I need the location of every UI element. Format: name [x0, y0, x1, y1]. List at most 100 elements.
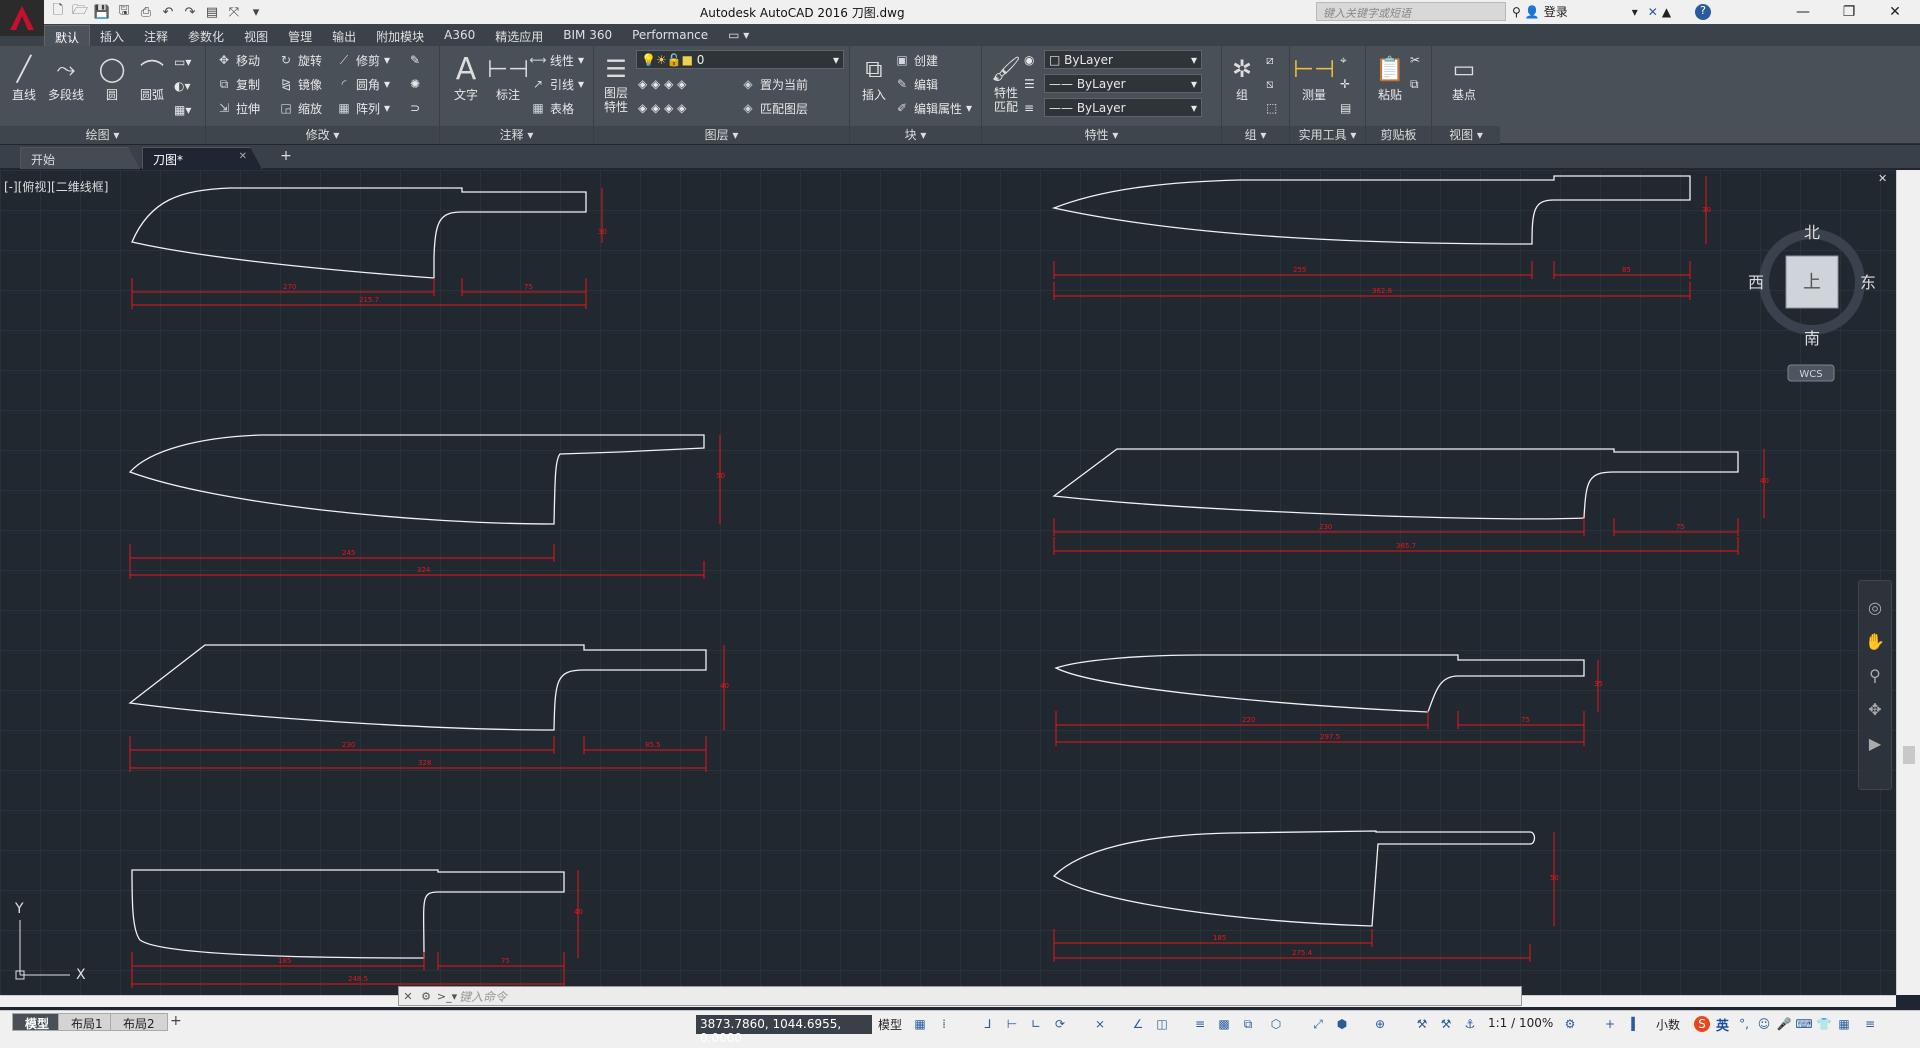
match-layer-button[interactable]: ◈ 匹配图层 — [740, 98, 808, 118]
save-icon[interactable]: 💾 — [92, 3, 112, 21]
panel-draw-title[interactable]: 绘图 ▾ — [0, 126, 205, 144]
panel-view-title[interactable]: 视图 ▾ — [1432, 126, 1500, 144]
text-button[interactable]: A 文字 — [444, 52, 488, 122]
tab-start[interactable]: 开始 — [20, 147, 140, 169]
showmotion-icon[interactable]: ▶ — [1859, 727, 1891, 761]
circle-button[interactable]: ◯ 圆 — [90, 52, 134, 122]
isodraft-icon[interactable]: ⨯ — [1092, 1016, 1108, 1032]
share-icon[interactable]: ⤧ — [224, 3, 244, 21]
erase-icon[interactable]: ✎ — [410, 50, 420, 70]
search-input[interactable]: 键入关键字或短语 — [1316, 2, 1506, 21]
rotate-button[interactable]: ↻ 旋转 — [278, 50, 322, 70]
object-snap-tracking-icon[interactable]: ∠ — [1130, 1016, 1146, 1032]
tab-featured-apps[interactable]: 精选应用 — [485, 25, 553, 46]
customize-status-icon[interactable]: ≡ — [1862, 1016, 1878, 1032]
new-tab-plus-icon[interactable]: + — [276, 148, 296, 166]
command-input[interactable]: 键入命令 — [459, 988, 507, 1005]
scale-button[interactable]: ◲ 缩放 — [278, 98, 322, 118]
polar-tracking-icon[interactable]: ⟳ — [1052, 1016, 1068, 1032]
dynamic-input-icon[interactable]: ⊢ — [1004, 1016, 1020, 1032]
annotation-monitor-icon[interactable]: + — [1602, 1016, 1618, 1032]
tab-default[interactable]: 默认 — [44, 25, 91, 46]
layer-tools-row1[interactable]: ◈ ◈ ◈ ◈ — [638, 74, 686, 94]
panel-group-title[interactable]: 组 ▾ — [1222, 126, 1289, 144]
tab-annotate[interactable]: 注释 — [134, 25, 178, 46]
insert-button[interactable]: ⧉ 插入 — [852, 52, 896, 122]
annotation-visibility-icon[interactable]: ⚒ — [1414, 1016, 1430, 1032]
ime-toolbox-icon[interactable]: ▦ — [1836, 1016, 1852, 1032]
gradient-icon[interactable]: ▦▾ — [174, 100, 191, 120]
tab-bim360[interactable]: BIM 360 — [553, 25, 622, 46]
close-icon[interactable]: ✕ — [239, 151, 247, 162]
arc-button[interactable]: ⌒ 圆弧 — [130, 52, 174, 122]
base-button[interactable]: ▭ 基点 — [1442, 52, 1486, 122]
panel-properties-title[interactable]: 特性 ▾ — [982, 126, 1221, 144]
panel-block-title[interactable]: 块 ▾ — [850, 126, 981, 144]
ime-emoji-icon[interactable]: ☺ — [1756, 1016, 1772, 1032]
quick-select-icon[interactable]: ⌖ — [1340, 50, 1347, 70]
ime-language-label[interactable]: 英 — [1716, 1015, 1729, 1034]
ribbon-options-icon[interactable]: ▭ ▾ — [718, 25, 759, 46]
paste-button[interactable]: 📋 粘贴 — [1368, 52, 1412, 122]
stretch-button[interactable]: ⇲ 拉伸 — [216, 98, 260, 118]
ime-voice-icon[interactable]: 🎤 — [1776, 1016, 1792, 1032]
group-edit-icon[interactable]: ⧅ — [1266, 74, 1274, 94]
annotation-scale-dropdown[interactable]: 1:1 / 100% — [1488, 1016, 1553, 1030]
rectangle-icon[interactable]: ▭▾ — [174, 52, 191, 72]
color-dropdown[interactable]: □ ByLayer ▾ — [1044, 50, 1202, 69]
new-file-icon[interactable]: 🗋 — [48, 3, 68, 21]
transparency-icon[interactable]: ▩ — [1216, 1016, 1232, 1032]
tab-output[interactable]: 输出 — [322, 25, 366, 46]
redo-icon[interactable]: ↷ — [180, 3, 200, 21]
fillet-button[interactable]: ◜ 圆角 ▾ — [336, 74, 390, 94]
command-settings-icon[interactable]: ⚙ — [417, 990, 435, 1003]
tab-drawing[interactable]: 刀图* ✕ — [142, 147, 262, 169]
command-close-icon[interactable]: ✕ — [399, 990, 417, 1003]
dimension-button[interactable]: ⊢⊣ 标注 — [486, 52, 530, 122]
move-button[interactable]: ✥ 移动 — [216, 50, 260, 70]
tab-parametric[interactable]: 参数化 — [178, 25, 234, 46]
hatch-icon[interactable]: ◐▾ — [174, 76, 191, 96]
snap-icon[interactable]: ⁞ — [936, 1016, 952, 1032]
a360-icon[interactable]: ▲ — [1662, 5, 1671, 19]
group-select-icon[interactable]: ⬚ — [1266, 98, 1277, 118]
calculator-icon[interactable]: ▤ — [1340, 98, 1351, 118]
panel-annotation-title[interactable]: 注释 ▾ — [440, 126, 593, 144]
new-layout-plus-icon[interactable]: + — [170, 1013, 186, 1029]
binoculars-icon[interactable]: ⚲ — [1512, 5, 1521, 19]
steering-wheel-icon[interactable]: ◎ — [1859, 591, 1891, 625]
gizmo-icon[interactable]: ⊕ — [1372, 1016, 1388, 1032]
vertical-scroll-thumb[interactable] — [1903, 746, 1915, 764]
group-button[interactable]: ✲ 组 — [1224, 52, 1260, 122]
dynamic-ucs-icon[interactable]: ⤢ — [1310, 1016, 1326, 1032]
set-current-button[interactable]: ◈ 置为当前 — [740, 74, 808, 94]
ortho-icon[interactable]: ∟ — [1028, 1016, 1044, 1032]
layer-properties-button[interactable]: ☰ 图层 特性 — [596, 52, 636, 122]
match-properties-button[interactable]: 🖌 特性 匹配 — [984, 52, 1028, 122]
minimize-button[interactable]: — — [1780, 0, 1826, 24]
polyline-button[interactable]: ⤳ 多段线 — [44, 52, 88, 122]
tab-view[interactable]: 视图 — [234, 25, 278, 46]
tab-layout2[interactable]: 布局2 — [110, 1013, 168, 1031]
drawing-canvas[interactable]: [-][俯视][二维线框] 270 75 215.7 30 255 85 362.8 30 24… — [0, 170, 1900, 995]
restore-button[interactable]: ❐ — [1826, 0, 1872, 24]
table-button[interactable]: ▦ 表格 — [530, 98, 574, 118]
copy-button[interactable]: ⧉ 复制 — [216, 74, 260, 94]
lineweight-toggle-icon[interactable]: ≡ — [1192, 1016, 1208, 1032]
layer-tools-row2[interactable]: ◈ ◈ ◈ ◈ — [638, 98, 686, 118]
ungroup-icon[interactable]: ⧄ — [1266, 50, 1274, 70]
grid-icon[interactable]: ▦ — [912, 1016, 928, 1032]
tab-layout1[interactable]: 布局1 — [58, 1013, 116, 1031]
cut-icon[interactable]: ✂ — [1410, 50, 1420, 70]
copy-clip-icon[interactable]: ⧉ — [1410, 74, 1419, 94]
leader-button[interactable]: ↗ 引线 ▾ — [530, 74, 584, 94]
workspace-gear-icon[interactable]: ⚙ — [1562, 1016, 1578, 1032]
customize-qat-icon[interactable]: ▾ — [246, 3, 266, 21]
panel-modify-title[interactable]: 修改 ▾ — [206, 126, 439, 144]
tab-insert[interactable]: 插入 — [90, 25, 134, 46]
help-icon[interactable]: ? — [1695, 3, 1712, 20]
tab-manage[interactable]: 管理 — [278, 25, 322, 46]
tab-a360[interactable]: A360 — [434, 25, 485, 46]
linear-button[interactable]: ⟷ 线性 ▾ — [529, 50, 584, 70]
array-button[interactable]: ▦ 阵列 ▾ — [336, 98, 390, 118]
